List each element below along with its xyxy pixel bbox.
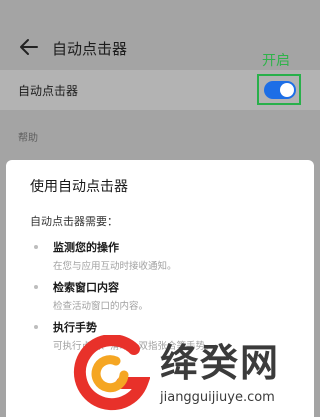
- auto-clicker-toggle[interactable]: [264, 81, 296, 99]
- permission-title: 监测您的操作: [53, 241, 119, 254]
- permission-desc: 在您与应用互动时接收通知。: [53, 261, 177, 272]
- bullet-dot: [34, 245, 38, 249]
- watermark-url: jiangguijiuye.com: [160, 390, 275, 405]
- help-section-label: 帮助: [18, 133, 38, 144]
- setting-label: 自动点击器: [18, 84, 79, 98]
- toggle-knob: [280, 83, 294, 97]
- permission-title: 执行手势: [53, 321, 97, 334]
- dialog-intro: 自动点击器需要：: [30, 215, 118, 228]
- watermark-text: 绛癸网: [160, 341, 281, 385]
- settings-screen: 自动点击器 自动点击器 开启 帮助 使用自动点击器 自动点击器需要： 监测您的操…: [0, 0, 320, 417]
- toggle-annotation: 开启: [262, 53, 290, 69]
- dialog-title: 使用自动点击器: [30, 179, 128, 195]
- bullet-dot: [34, 285, 38, 289]
- permission-desc: 检查活动窗口的内容。: [53, 301, 149, 312]
- page-title: 自动点击器: [52, 40, 128, 58]
- arrow-left-icon[interactable]: [18, 36, 40, 58]
- bullet-dot: [34, 325, 38, 329]
- watermark-logo: [73, 335, 150, 411]
- permission-title: 检索窗口内容: [53, 281, 119, 294]
